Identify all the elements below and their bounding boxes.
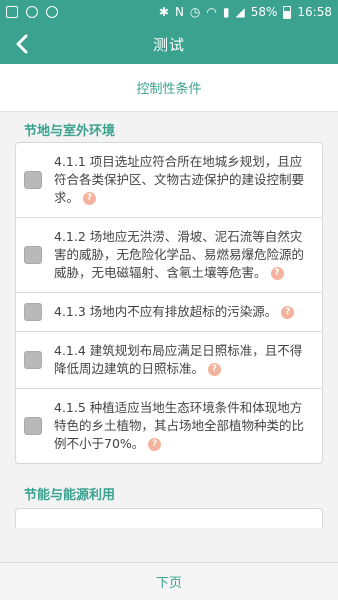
list-item[interactable]: 4.1.5 种植适应当地生态环境条件和体现地方特色的乡土植物，其占场地全部植物种…	[16, 389, 322, 463]
section-title: 节能与能源利用	[24, 488, 116, 503]
battery-percent: 58%	[250, 5, 278, 19]
item-text: 4.1.4 建筑规划布局应满足日照标准，且不得降低周边建筑的日照标准。	[54, 343, 303, 376]
checkbox[interactable]	[24, 303, 42, 321]
item-text: 4.1.2 场地应无洪涝、滑坡、泥石流等自然灾害的威胁，无危险化学品、易燃易爆危…	[54, 229, 305, 280]
subheader-label: 控制性条件	[136, 82, 202, 97]
clock: 16:58	[297, 5, 332, 19]
signal-icon: ◢	[235, 5, 245, 19]
list-item[interactable]: 4.1.2 场地应无洪涝、滑坡、泥石流等自然灾害的威胁，无危险化学品、易燃易爆危…	[16, 218, 322, 293]
sim-icon: ▮	[222, 5, 230, 19]
battery-icon	[283, 5, 292, 19]
nfc-icon: N	[174, 5, 184, 19]
list-item[interactable]: 4.1.1 项目选址应符合所在地城乡规划，且应符合各类保护区、文物古迹保护的建设…	[16, 143, 322, 218]
next-page-button[interactable]: 下页	[0, 562, 338, 600]
item-text-wrap: 4.1.4 建筑规划布局应满足日照标准，且不得降低周边建筑的日照标准。?	[54, 342, 312, 378]
chevron-left-icon	[16, 34, 28, 54]
app-notification-icon	[26, 6, 38, 18]
help-icon[interactable]: ?	[208, 363, 222, 376]
section-title: 节地与室外环境	[24, 124, 116, 139]
checkbox[interactable]	[24, 171, 42, 189]
list-item[interactable]: 4.1.4 建筑规划布局应满足日照标准，且不得降低周边建筑的日照标准。?	[16, 332, 322, 389]
help-icon[interactable]: ?	[270, 267, 284, 280]
content-scroll-area[interactable]: 节地与室外环境 4.1.1 项目选址应符合所在地城乡规划，且应符合各类保护区、文…	[0, 112, 338, 562]
item-text-wrap: 4.1.1 项目选址应符合所在地城乡规划，且应符合各类保护区、文物古迹保护的建设…	[54, 153, 312, 207]
checkbox[interactable]	[24, 351, 42, 369]
help-icon[interactable]: ?	[281, 306, 295, 319]
subheader: 控制性条件	[0, 64, 338, 112]
list-item[interactable]: 4.1.3 场地内不应有排放超标的污染源。?	[16, 293, 322, 332]
next-page-label: 下页	[155, 576, 182, 591]
wifi-icon: ◠	[206, 5, 217, 19]
checkbox[interactable]	[24, 417, 42, 435]
alarm-icon: ◷	[189, 5, 201, 19]
item-text-wrap: 4.1.2 场地应无洪涝、滑坡、泥石流等自然灾害的威胁，无危险化学品、易燃易爆危…	[54, 228, 312, 282]
condition-list: 4.1.1 项目选址应符合所在地城乡规划，且应符合各类保护区、文物古迹保护的建设…	[15, 142, 323, 464]
checkbox[interactable]	[24, 246, 42, 264]
title-bar: 测试	[0, 24, 338, 64]
app-notification-icon-2	[46, 6, 58, 18]
condition-list	[15, 508, 323, 528]
back-button[interactable]	[10, 32, 34, 56]
item-text: 4.1.3 场地内不应有排放超标的污染源。	[54, 304, 278, 319]
status-bar: ✱ N ◷ ◠ ▮ ◢ 58% 16:58	[0, 0, 338, 24]
item-text: 4.1.5 种植适应当地生态环境条件和体现地方特色的乡土植物，其占场地全部植物种…	[54, 400, 305, 451]
page-title: 测试	[152, 35, 185, 54]
gallery-notification-icon	[6, 6, 18, 18]
help-icon[interactable]: ?	[148, 438, 162, 451]
help-icon[interactable]: ?	[83, 192, 97, 205]
item-text-wrap: 4.1.5 种植适应当地生态环境条件和体现地方特色的乡土植物，其占场地全部植物种…	[54, 399, 312, 453]
item-text-wrap: 4.1.3 场地内不应有排放超标的污染源。?	[54, 303, 295, 321]
bluetooth-icon: ✱	[158, 5, 169, 19]
